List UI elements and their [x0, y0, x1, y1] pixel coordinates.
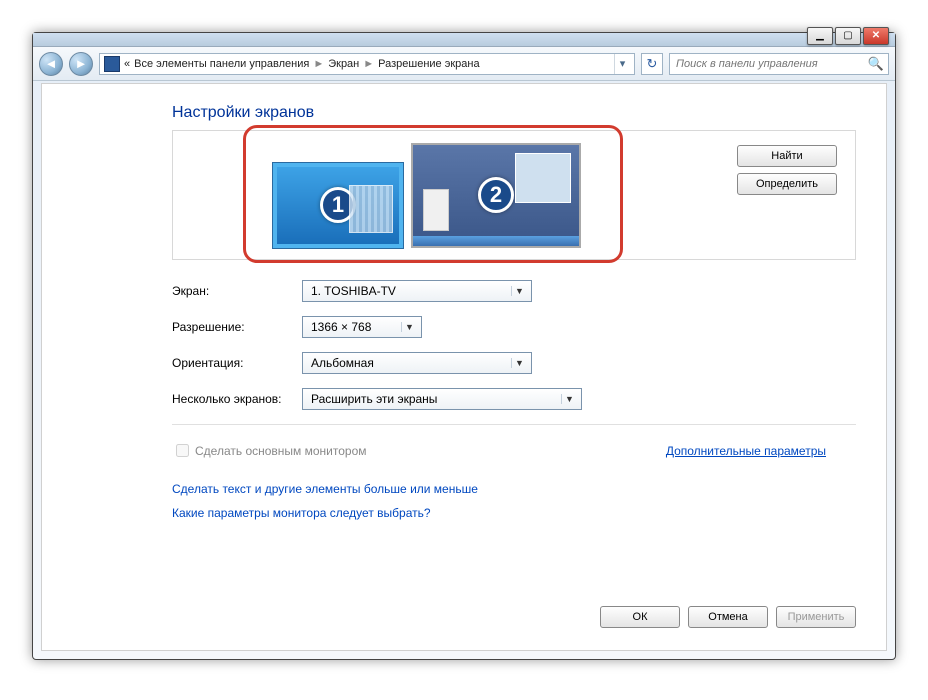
monitor-decor-icon [423, 189, 449, 231]
orientation-value: Альбомная [311, 356, 374, 370]
multiple-displays-value: Расширить эти экраны [311, 392, 437, 406]
close-button[interactable]: ✕ [863, 27, 889, 45]
nav-back-button[interactable]: ◄ [39, 52, 63, 76]
chevron-down-icon: ▼ [511, 358, 527, 368]
breadcrumb-sep-icon: ► [309, 58, 328, 70]
minimize-button[interactable]: ▁ [807, 27, 833, 45]
search-box[interactable]: 🔍 [669, 53, 889, 75]
breadcrumb-overflow: « [124, 58, 130, 70]
multiple-displays-label: Несколько экранов: [172, 392, 302, 406]
dialog-buttons: ОК Отмена Применить [600, 606, 856, 628]
content-area: Настройки экранов 1 2 Найти Определить [41, 83, 887, 651]
titlebar: ▁ ▢ ✕ [33, 33, 895, 47]
footer-links: Сделать текст и другие элементы больше и… [172, 482, 856, 520]
maximize-button[interactable]: ▢ [835, 27, 861, 45]
which-settings-link[interactable]: Какие параметры монитора следует выбрать… [172, 506, 856, 520]
refresh-button[interactable]: ↻ [641, 53, 663, 75]
screen-dropdown[interactable]: 1. TOSHIBA-TV ▼ [302, 280, 532, 302]
page-title: Настройки экранов [172, 104, 856, 122]
monitor-thumbnail-2[interactable]: 2 [411, 143, 581, 248]
separator [172, 424, 856, 425]
window-frame: ▁ ▢ ✕ ◄ ► « Все элементы панели управлен… [32, 32, 896, 660]
navigation-bar: ◄ ► « Все элементы панели управления ► Э… [33, 47, 895, 81]
monitor-decor-icon [349, 185, 393, 233]
breadcrumb[interactable]: « Все элементы панели управления ► Экран… [99, 53, 635, 75]
monitor-number-badge: 2 [478, 177, 514, 213]
main-monitor-row: Сделать основным монитором Дополнительны… [172, 441, 856, 460]
monitor-decor-icon [515, 153, 571, 203]
search-icon[interactable]: 🔍 [868, 56, 884, 72]
screen-label: Экран: [172, 284, 302, 298]
monitor-thumbnails: 1 2 [273, 143, 581, 248]
orientation-row: Ориентация: Альбомная ▼ [172, 352, 856, 374]
display-preview-panel: 1 2 Найти Определить [172, 130, 856, 260]
screen-value: 1. TOSHIBA-TV [311, 284, 396, 298]
window-controls: ▁ ▢ ✕ [807, 27, 889, 45]
orientation-label: Ориентация: [172, 356, 302, 370]
monitor-decor-icon [413, 236, 579, 246]
identify-button[interactable]: Определить [737, 173, 837, 195]
text-size-link[interactable]: Сделать текст и другие элементы больше и… [172, 482, 856, 496]
breadcrumb-sep-icon: ► [359, 58, 378, 70]
ok-button[interactable]: ОК [600, 606, 680, 628]
resolution-row: Разрешение: 1366 × 768 ▼ [172, 316, 856, 338]
chevron-down-icon: ▼ [561, 394, 577, 404]
control-panel-icon [104, 56, 120, 72]
cancel-button[interactable]: Отмена [688, 606, 768, 628]
screen-row: Экран: 1. TOSHIBA-TV ▼ [172, 280, 856, 302]
apply-button[interactable]: Применить [776, 606, 856, 628]
breadcrumb-item-1[interactable]: Все элементы панели управления [134, 58, 309, 70]
advanced-settings-link[interactable]: Дополнительные параметры [666, 444, 826, 458]
resolution-value: 1366 × 768 [311, 320, 371, 334]
breadcrumb-item-2[interactable]: Экран [328, 58, 359, 70]
preview-side-buttons: Найти Определить [737, 145, 837, 195]
find-button[interactable]: Найти [737, 145, 837, 167]
breadcrumb-dropdown-icon[interactable]: ▾ [614, 54, 630, 74]
resolution-label: Разрешение: [172, 320, 302, 334]
monitor-thumbnail-1[interactable]: 1 [273, 163, 403, 248]
multiple-displays-row: Несколько экранов: Расширить эти экраны … [172, 388, 856, 410]
chevron-down-icon: ▼ [401, 322, 417, 332]
orientation-dropdown[interactable]: Альбомная ▼ [302, 352, 532, 374]
resolution-dropdown[interactable]: 1366 × 768 ▼ [302, 316, 422, 338]
breadcrumb-item-3[interactable]: Разрешение экрана [378, 58, 479, 70]
search-input[interactable] [674, 57, 868, 71]
chevron-down-icon: ▼ [511, 286, 527, 296]
main-monitor-checkbox[interactable] [176, 444, 189, 457]
main-monitor-label: Сделать основным монитором [195, 444, 367, 458]
nav-forward-button[interactable]: ► [69, 52, 93, 76]
multiple-displays-dropdown[interactable]: Расширить эти экраны ▼ [302, 388, 582, 410]
